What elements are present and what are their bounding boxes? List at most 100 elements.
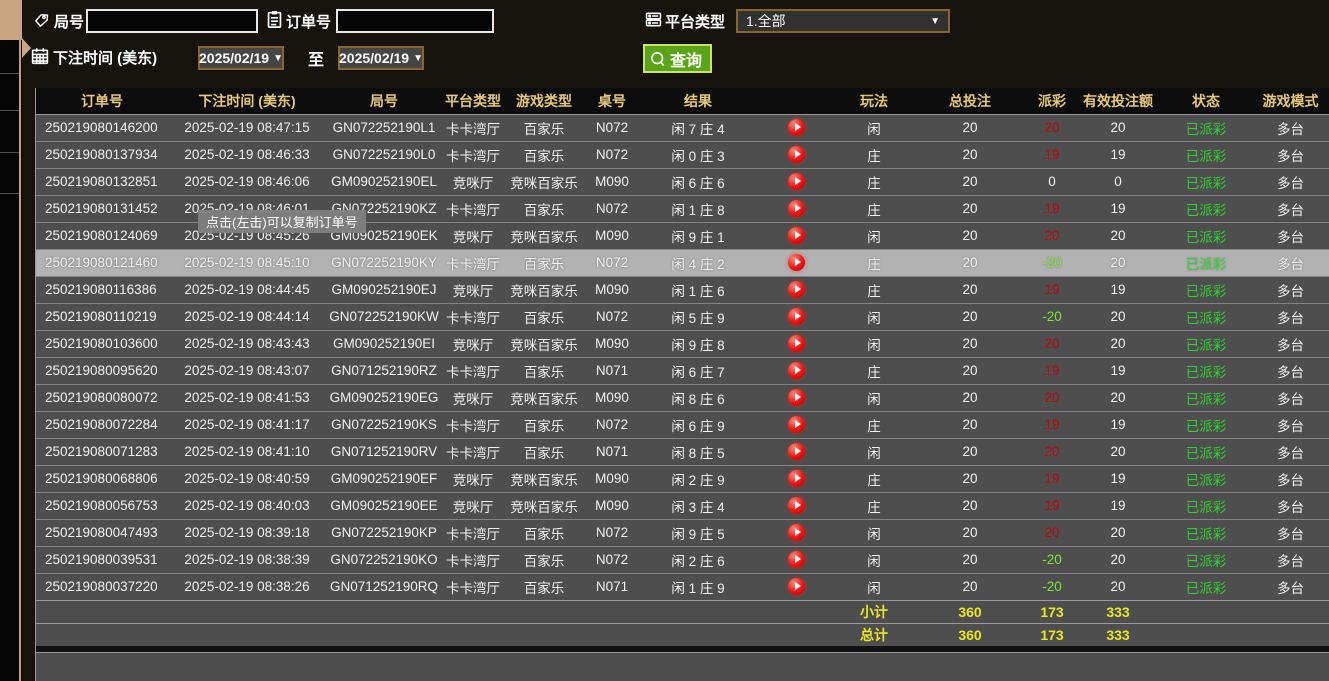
date-from-picker[interactable]: 2025/02/19 ▼ [198,46,284,70]
table-row[interactable]: 2502190800474932025-02-19 08:39:18GN0722… [36,519,1329,546]
order-number-cell[interactable]: 250219080072284 [36,411,168,438]
order-number-cell[interactable]: 250219080137934 [36,141,168,168]
order-number-cell[interactable]: 250219080132851 [36,168,168,195]
table-row[interactable]: 2502190800956202025-02-19 08:43:07GN0712… [36,357,1329,384]
column-header: 玩法 [836,88,912,114]
replay-cell [756,249,836,276]
order-number-cell[interactable]: 250219080095620 [36,357,168,384]
play-replay-icon[interactable] [788,524,805,541]
mode-cell: 多台 [1252,141,1329,168]
table-row[interactable]: 2502190801036002025-02-19 08:43:43GM0902… [36,330,1329,357]
replay-cell [756,438,836,465]
order-number-cell[interactable]: 250219080116386 [36,276,168,303]
order-number-cell[interactable]: 250219080071283 [36,438,168,465]
table-row[interactable]: 2502190800395312025-02-19 08:38:39GN0722… [36,546,1329,573]
chevron-down-icon: ▼ [413,53,423,64]
play-replay-icon[interactable] [788,335,805,352]
table-number-cell: N072 [584,411,640,438]
play-replay-icon[interactable] [788,443,805,460]
play-replay-icon[interactable] [788,119,805,136]
play-replay-icon[interactable] [788,200,805,217]
order-number-cell[interactable]: 250219080103600 [36,330,168,357]
order-number-cell[interactable]: 250219080146200 [36,114,168,141]
round-number-input[interactable] [86,9,258,33]
mode-cell: 多台 [1252,330,1329,357]
result-cell: 闲 1 庄 6 [640,276,756,303]
order-number-cell[interactable]: 250219080110219 [36,303,168,330]
totals-payout-value: 173 [1028,600,1076,623]
column-header: 桌号 [584,88,640,114]
play-replay-icon[interactable] [788,416,805,433]
order-number-cell[interactable]: 250219080080072 [36,384,168,411]
payout-cell: 19 [1028,465,1076,492]
platform-type-cell: 竞咪厅 [442,492,504,519]
order-number-cell[interactable]: 250219080124069 [36,222,168,249]
valid-bet-cell: 19 [1076,195,1160,222]
order-number-cell[interactable]: 250219080121460 [36,249,168,276]
table-row[interactable]: 2502190801102192025-02-19 08:44:14GN0722… [36,303,1329,330]
table-row[interactable]: 2502190801328512025-02-19 08:46:06GM0902… [36,168,1329,195]
round-number-cell: GM090252190EI [326,330,442,357]
totals-valid-value: 333 [1076,600,1160,623]
table-row[interactable]: 2502190800800722025-02-19 08:41:53GM0902… [36,384,1329,411]
round-number-cell: GN072252190KW [326,303,442,330]
date-range-to-label: 至 [308,46,324,70]
play-replay-icon[interactable] [788,362,805,379]
table-row[interactable]: 2502190801214602025-02-19 08:45:10GN0722… [36,249,1329,276]
payout-cell: 19 [1028,357,1076,384]
play-replay-icon[interactable] [788,389,805,406]
table-row[interactable]: 2502190801462002025-02-19 08:47:15GN0722… [36,114,1329,141]
table-row[interactable]: 2502190800567532025-02-19 08:40:03GM0902… [36,492,1329,519]
mode-cell: 多台 [1252,573,1329,600]
table-row[interactable]: 2502190800688062025-02-19 08:40:59GM0902… [36,465,1329,492]
total-bet-cell: 20 [912,357,1028,384]
round-number-cell: GN071252190RZ [326,357,442,384]
order-number-cell[interactable]: 250219080037220 [36,573,168,600]
bet-time-cell: 2025-02-19 08:46:06 [168,168,326,195]
game-type-cell: 百家乐 [504,411,584,438]
play-replay-icon[interactable] [788,578,805,595]
status-cell: 已派彩 [1160,330,1252,357]
platform-type-cell: 竞咪厅 [442,168,504,195]
play-type-cell: 闲 [836,384,912,411]
table-number-cell: N072 [584,141,640,168]
order-number-input[interactable] [336,9,494,33]
play-replay-icon[interactable] [788,146,805,163]
table-row[interactable]: 2502190800722842025-02-19 08:41:17GN0722… [36,411,1329,438]
panel-handle[interactable] [0,0,22,40]
play-replay-icon[interactable] [788,173,805,190]
play-replay-icon[interactable] [788,254,805,271]
order-number-cell[interactable]: 250219080047493 [36,519,168,546]
table-row[interactable]: 2502190800372202025-02-19 08:38:26GN0712… [36,573,1329,600]
status-cell: 已派彩 [1160,141,1252,168]
play-replay-icon[interactable] [788,497,805,514]
date-from-value: 2025/02/19 [199,50,269,66]
total-bet-cell: 20 [912,519,1028,546]
play-replay-icon[interactable] [788,470,805,487]
status-cell: 已派彩 [1160,438,1252,465]
play-replay-icon[interactable] [788,551,805,568]
status-cell: 已派彩 [1160,519,1252,546]
order-number-cell[interactable]: 250219080056753 [36,492,168,519]
platform-type-cell: 卡卡湾厅 [442,573,504,600]
play-replay-icon[interactable] [788,281,805,298]
table-row[interactable]: 2502190801163862025-02-19 08:44:45GM0902… [36,276,1329,303]
collapsed-side-panel[interactable] [0,0,22,681]
table-row[interactable]: 2502190801379342025-02-19 08:46:33GN0722… [36,141,1329,168]
date-to-picker[interactable]: 2025/02/19 ▼ [338,46,424,70]
order-number-cell[interactable]: 250219080131452 [36,195,168,222]
platform-type-cell: 卡卡湾厅 [442,546,504,573]
platform-type-select[interactable]: 1.全部 ▼ [736,9,950,33]
replay-cell [756,141,836,168]
order-number-cell[interactable]: 250219080039531 [36,546,168,573]
table-row[interactable]: 2502190800712832025-02-19 08:41:10GN0712… [36,438,1329,465]
order-number-cell[interactable]: 250219080068806 [36,465,168,492]
mode-cell: 多台 [1252,114,1329,141]
play-replay-icon[interactable] [788,308,805,325]
replay-cell [756,546,836,573]
query-button[interactable]: 查询 [643,44,712,73]
round-number-cell: GN072252190L1 [326,114,442,141]
bet-time-cell: 2025-02-19 08:41:17 [168,411,326,438]
play-replay-icon[interactable] [788,227,805,244]
result-cell: 闲 8 庄 6 [640,384,756,411]
